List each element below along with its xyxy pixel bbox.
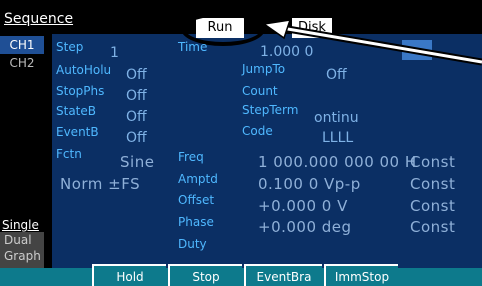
dual-label: Dual bbox=[4, 233, 32, 247]
fctn-value[interactable]: Sine bbox=[120, 153, 154, 171]
freq-value[interactable]: 1 000.000 000 00 H bbox=[258, 153, 417, 171]
stepterm-label: StepTerm bbox=[242, 103, 299, 117]
stateb-label: StateB bbox=[56, 104, 96, 118]
offset-value[interactable]: +0.000 0 V bbox=[258, 197, 348, 215]
offset-label: Offset bbox=[178, 193, 215, 207]
offset-mode[interactable]: Const bbox=[410, 197, 455, 215]
step-value[interactable]: 1 bbox=[110, 45, 119, 61]
status-indicator bbox=[402, 40, 432, 60]
autoholu-value[interactable]: Off bbox=[126, 67, 147, 83]
sequence-screen: Sequence Run Disk CH1 CH2 Single Dual Gr… bbox=[0, 0, 482, 286]
code-value[interactable]: LLLL bbox=[322, 130, 353, 146]
duty-label: Duty bbox=[178, 237, 207, 251]
freq-label: Freq bbox=[178, 150, 204, 164]
amptd-mode[interactable]: Const bbox=[410, 175, 455, 193]
stop-softkey[interactable]: Stop bbox=[168, 264, 242, 286]
amptd-label: Amptd bbox=[178, 172, 218, 186]
autoholu-label: AutoHolu bbox=[56, 63, 112, 77]
phase-mode[interactable]: Const bbox=[410, 218, 455, 236]
jumpto-label: JumpTo bbox=[242, 62, 286, 76]
tab-disk[interactable]: Disk bbox=[292, 18, 332, 38]
channel-ch2-button[interactable]: CH2 bbox=[0, 54, 44, 72]
count-label: Count bbox=[242, 84, 278, 98]
time-label: Time bbox=[178, 40, 208, 54]
eventb-value[interactable]: Off bbox=[126, 130, 147, 146]
stepterm-value[interactable]: ontinu bbox=[314, 110, 359, 126]
graph-label: Graph bbox=[4, 249, 41, 263]
time-value[interactable]: 1.000 0 bbox=[260, 44, 313, 60]
eventb-label: EventB bbox=[56, 125, 99, 139]
top-bar: Sequence Run Disk bbox=[0, 0, 482, 46]
fctn-label: Fctn bbox=[56, 147, 82, 161]
dual-graph-button[interactable]: Dual Graph bbox=[0, 232, 44, 268]
code-label: Code bbox=[242, 124, 273, 138]
channel-column: CH1 CH2 Single Dual Graph bbox=[0, 34, 52, 268]
channel-ch1-button[interactable]: CH1 bbox=[0, 36, 44, 54]
freq-mode[interactable]: Const bbox=[410, 153, 455, 171]
stateb-value[interactable]: Off bbox=[126, 109, 147, 125]
jumpto-value[interactable]: Off bbox=[326, 67, 347, 83]
single-mode-button[interactable]: Single bbox=[2, 218, 39, 232]
screen-title: Sequence bbox=[4, 11, 74, 27]
eventbra-softkey[interactable]: EventBra bbox=[244, 264, 322, 286]
immstop-softkey[interactable]: ImmStop bbox=[324, 264, 398, 286]
range-value[interactable]: Norm ±FS bbox=[60, 175, 140, 193]
phase-value[interactable]: +0.000 deg bbox=[258, 218, 352, 236]
stopphs-label: StopPhs bbox=[56, 84, 105, 98]
stopphs-value[interactable]: Off bbox=[126, 88, 147, 104]
phase-label: Phase bbox=[178, 215, 214, 229]
step-label: Step bbox=[56, 40, 84, 54]
amptd-value[interactable]: 0.100 0 Vp-p bbox=[258, 175, 361, 193]
hold-softkey[interactable]: Hold bbox=[92, 264, 166, 286]
